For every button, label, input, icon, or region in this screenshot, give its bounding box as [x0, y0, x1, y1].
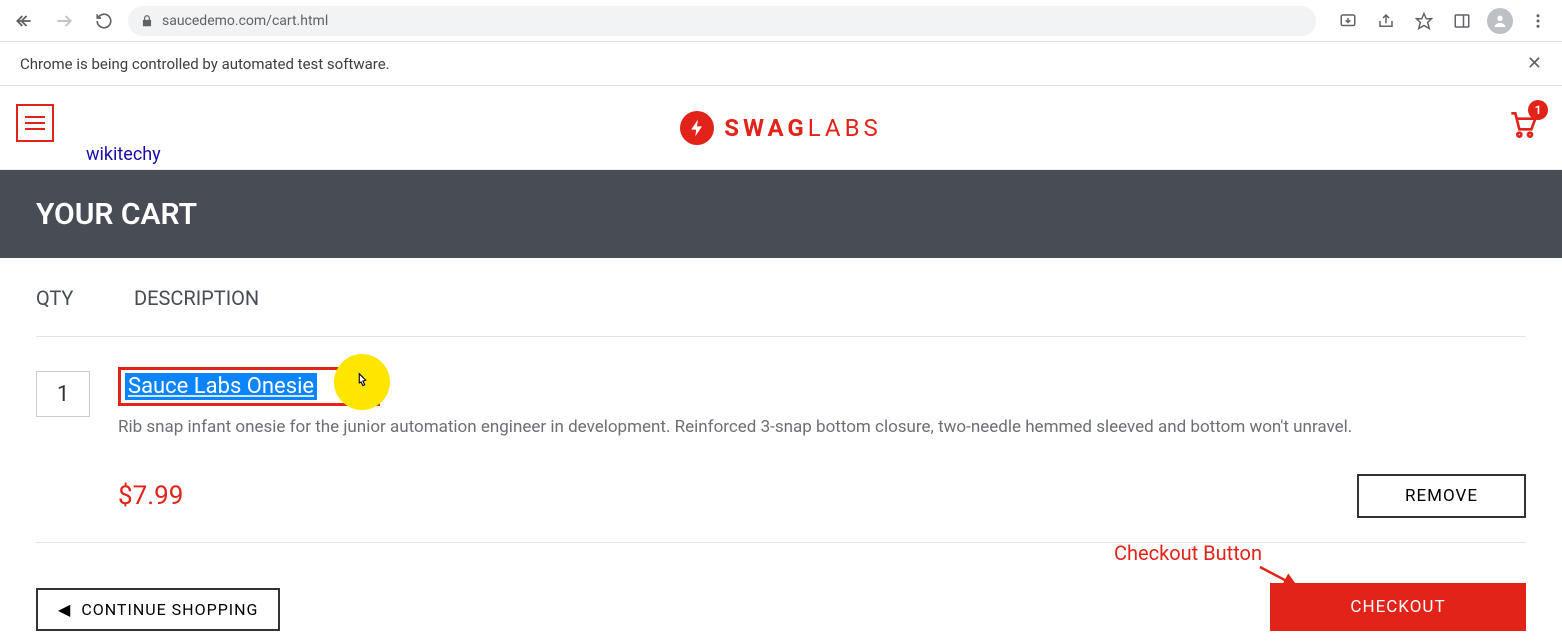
- page-title: YOUR CART: [36, 197, 197, 232]
- logo-icon: [680, 111, 714, 145]
- menu-icon: [25, 112, 45, 134]
- menu-button[interactable]: [16, 104, 54, 142]
- more-vertical-icon: [1529, 12, 1547, 30]
- share-icon: [1377, 12, 1395, 30]
- continue-shopping-button[interactable]: ◀ CONTINUE SHOPPING: [36, 588, 280, 631]
- profile-button[interactable]: [1484, 5, 1516, 37]
- item-name-link[interactable]: Sauce Labs Onesie: [125, 373, 317, 400]
- reload-button[interactable]: [88, 5, 120, 37]
- continue-label: CONTINUE SHOPPING: [81, 600, 258, 619]
- toolbar-right: [1324, 5, 1554, 37]
- panel-icon: [1453, 12, 1471, 30]
- item-qty: 1: [36, 371, 90, 417]
- cart-button[interactable]: 1: [1506, 108, 1538, 144]
- automation-banner: Chrome is being controlled by automated …: [0, 42, 1562, 86]
- app-header: wikitechy SWAGLABS 1: [0, 86, 1562, 170]
- title-bar: YOUR CART: [0, 170, 1562, 258]
- triangle-left-icon: ◀: [58, 600, 71, 619]
- install-button[interactable]: [1332, 5, 1364, 37]
- url-bar[interactable]: saucedemo.com/cart.html: [128, 6, 1316, 36]
- cart-badge: 1: [1528, 100, 1548, 120]
- item-details: Sauce Labs Onesie Rib snap infant onesie…: [118, 367, 1526, 518]
- item-description: Rib snap infant onesie for the junior au…: [118, 416, 1526, 440]
- qty-header: QTY: [36, 286, 86, 310]
- automation-banner-text: Chrome is being controlled by automated …: [20, 55, 390, 73]
- lock-icon: [140, 14, 154, 28]
- app-logo: SWAGLABS: [680, 111, 882, 145]
- back-button[interactable]: [8, 5, 40, 37]
- wikitechy-link[interactable]: wikitechy: [86, 144, 161, 165]
- column-headers: QTY DESCRIPTION: [36, 286, 1526, 337]
- star-icon: [1415, 12, 1433, 30]
- share-button[interactable]: [1370, 5, 1402, 37]
- kebab-menu-button[interactable]: [1522, 5, 1554, 37]
- forward-button[interactable]: [48, 5, 80, 37]
- cart-body: QTY DESCRIPTION 1 Sauce Labs Onesie Rib …: [0, 258, 1562, 543]
- profile-avatar: [1487, 8, 1513, 34]
- reload-icon: [95, 12, 113, 30]
- close-banner-button[interactable]: ✕: [1527, 53, 1542, 74]
- checkout-button[interactable]: CHECKOUT: [1270, 583, 1526, 631]
- remove-button[interactable]: REMOVE: [1357, 474, 1526, 518]
- cart-item: 1 Sauce Labs Onesie Rib snap infant ones…: [36, 337, 1526, 543]
- browser-toolbar: saucedemo.com/cart.html: [0, 0, 1562, 42]
- bookmark-button[interactable]: [1408, 5, 1440, 37]
- arrow-right-icon: [54, 11, 74, 31]
- cursor-highlight-annotation: [334, 354, 390, 410]
- user-icon: [1492, 13, 1508, 29]
- description-header: DESCRIPTION: [134, 286, 259, 310]
- side-panel-button[interactable]: [1446, 5, 1478, 37]
- install-icon: [1339, 12, 1357, 30]
- item-name-highlight: Sauce Labs Onesie: [118, 367, 380, 406]
- pointer-cursor-icon: [351, 371, 373, 393]
- annotation-arrow-icon: [1258, 563, 1304, 593]
- item-price: $7.99: [118, 481, 183, 511]
- actions-row: ◀ CONTINUE SHOPPING Checkout Button CHEC…: [0, 543, 1562, 631]
- checkout-annotation-label: Checkout Button: [1114, 541, 1262, 565]
- url-text: saucedemo.com/cart.html: [162, 13, 328, 29]
